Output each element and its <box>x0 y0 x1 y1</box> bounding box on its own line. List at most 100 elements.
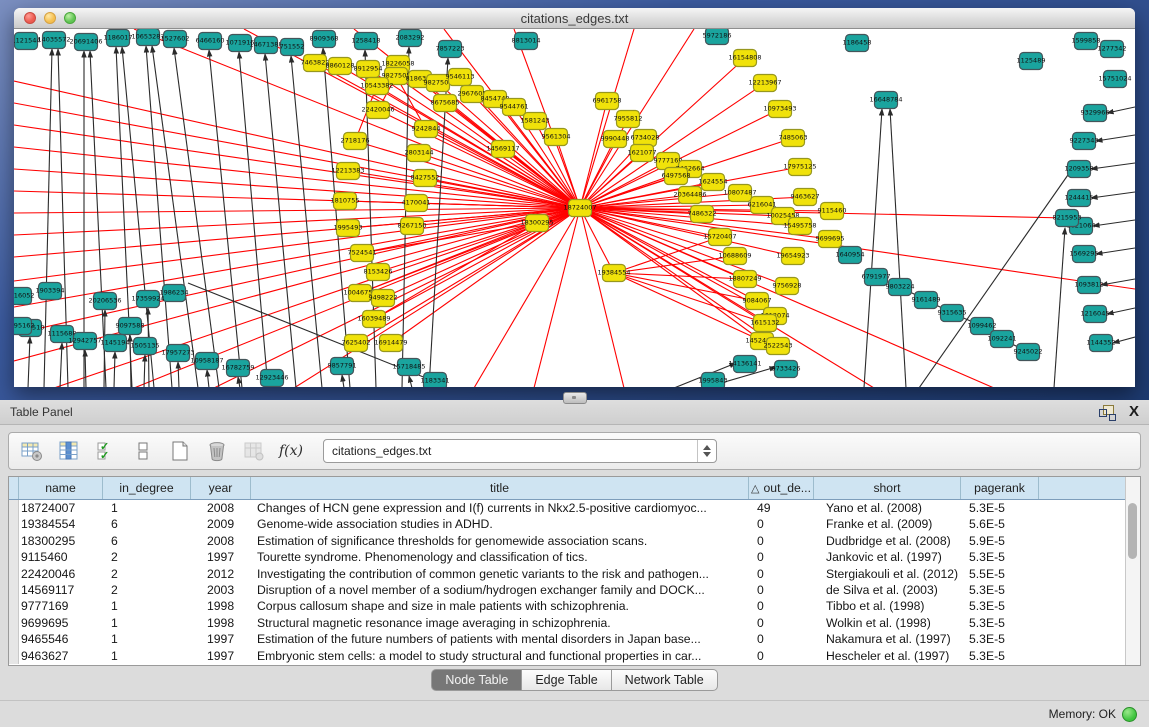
network-edge-black[interactable] <box>1107 107 1135 113</box>
cell-in_degree[interactable]: 1 <box>103 631 191 647</box>
cell-year[interactable]: 1998 <box>191 615 251 631</box>
delete-table-trash-icon[interactable] <box>206 440 228 462</box>
table-row[interactable]: 946362711997Embryonic stem cells: a mode… <box>9 648 1140 664</box>
cell-in_degree[interactable]: 1 <box>103 648 191 664</box>
cell-out_de[interactable]: 0 <box>749 566 814 582</box>
network-edge-black[interactable] <box>919 162 1077 387</box>
cell-pagerank[interactable]: 5.3E-5 <box>961 615 1039 631</box>
cell-title[interactable]: Estimation of significance thresholds fo… <box>251 533 749 549</box>
cell-title[interactable]: Corpus callosum shape and size in male p… <box>251 598 749 614</box>
table-row[interactable]: 977716911998Corpus callosum shape and si… <box>9 598 1140 614</box>
column-header-in_degree[interactable]: in_degree <box>103 477 191 499</box>
network-edge-black[interactable] <box>60 343 62 387</box>
cell-name[interactable]: 14569117 <box>19 582 103 598</box>
cell-out_de[interactable]: 0 <box>749 533 814 549</box>
cell-year[interactable]: 1997 <box>191 631 251 647</box>
network-edge-black[interactable] <box>342 375 344 387</box>
cell-pagerank[interactable]: 5.3E-5 <box>961 598 1039 614</box>
cell-out_de[interactable]: 0 <box>749 648 814 664</box>
network-edge-red[interactable] <box>534 208 580 387</box>
network-edge-black[interactable] <box>28 337 30 387</box>
cell-title[interactable]: Changes of HCN gene expression and I(f) … <box>251 500 749 516</box>
table-row[interactable]: 1456911722003Disruption of a novel membe… <box>9 582 1140 598</box>
cell-in_degree[interactable]: 6 <box>103 533 191 549</box>
cell-name[interactable]: 19384554 <box>19 516 103 532</box>
cell-title[interactable]: Estimation of the future numbers of pati… <box>251 631 749 647</box>
network-edge-black[interactable] <box>209 50 242 387</box>
network-edge-black[interactable] <box>1096 248 1135 254</box>
network-edge-black[interactable] <box>864 109 882 387</box>
column-header-name[interactable]: name <box>19 477 103 499</box>
cell-name[interactable]: 9115460 <box>19 549 103 565</box>
cell-year[interactable]: 2012 <box>191 566 251 582</box>
table-row[interactable]: 969969511998Structural magnetic resonanc… <box>9 615 1140 631</box>
table-selector-dropdown[interactable]: citations_edges.txt <box>323 439 717 463</box>
cell-pagerank[interactable]: 5.9E-5 <box>961 533 1039 549</box>
cell-short[interactable]: Wolkin et al. (1998) <box>814 615 961 631</box>
cell-pagerank[interactable]: 5.3E-5 <box>961 582 1039 598</box>
network-edge-black[interactable] <box>1113 337 1135 343</box>
network-edge-red[interactable] <box>614 256 735 273</box>
table-row[interactable]: 1830029562008Estimation of significance … <box>9 533 1140 549</box>
cell-in_degree[interactable]: 2 <box>103 549 191 565</box>
network-edge-black[interactable] <box>85 350 86 387</box>
tab-node-table[interactable]: Node Table <box>431 669 522 691</box>
cell-name[interactable]: 9463627 <box>19 648 103 664</box>
tab-network-table[interactable]: Network Table <box>612 669 718 691</box>
network-edge-black[interactable] <box>174 48 219 387</box>
zoom-window-button[interactable] <box>64 12 76 24</box>
network-edge-black[interactable] <box>1096 135 1135 141</box>
network-edge-black[interactable] <box>1093 220 1135 226</box>
close-window-button[interactable] <box>24 12 36 24</box>
cell-in_degree[interactable]: 1 <box>103 615 191 631</box>
tab-edge-table[interactable]: Edge Table <box>522 669 611 691</box>
column-header-pagerank[interactable]: pagerank <box>961 477 1039 499</box>
network-edge-red[interactable] <box>134 29 580 208</box>
cell-title[interactable]: Embryonic stem cells: a model to study s… <box>251 648 749 664</box>
cell-in_degree[interactable]: 6 <box>103 516 191 532</box>
close-panel-icon[interactable]: X <box>1129 405 1139 419</box>
network-edge-black[interactable] <box>144 355 145 387</box>
cell-short[interactable]: Dudbridge et al. (2008) <box>814 533 961 549</box>
cell-short[interactable]: Stergiakouli et al. (2012) <box>814 566 961 582</box>
cell-pagerank[interactable]: 5.5E-5 <box>961 566 1039 582</box>
cell-pagerank[interactable]: 5.3E-5 <box>961 549 1039 565</box>
cell-name[interactable]: 9777169 <box>19 598 103 614</box>
cell-title[interactable]: Investigating the contribution of common… <box>251 566 749 582</box>
cell-short[interactable]: Yano et al. (2008) <box>814 500 961 516</box>
network-view[interactable]: 1121544140355722069140611860171065328715… <box>14 29 1135 387</box>
cell-year[interactable]: 1997 <box>191 648 251 664</box>
table-settings-icon[interactable] <box>21 440 43 462</box>
cell-in_degree[interactable]: 1 <box>103 598 191 614</box>
cell-year[interactable]: 2008 <box>191 533 251 549</box>
network-edge-black[interactable] <box>1107 308 1135 314</box>
network-edge-black[interactable] <box>1101 279 1135 285</box>
cell-out_de[interactable]: 0 <box>749 582 814 598</box>
cell-title[interactable]: Tourette syndrome. Phenomenology and cla… <box>251 549 749 565</box>
network-edge-red[interactable] <box>355 141 580 208</box>
window-titlebar[interactable]: citations_edges.txt <box>14 8 1135 29</box>
cell-in_degree[interactable]: 1 <box>103 500 191 516</box>
network-edge-black[interactable] <box>1054 228 1065 387</box>
function-builder-icon[interactable]: f(x) <box>280 440 302 462</box>
cell-out_de[interactable]: 0 <box>749 631 814 647</box>
column-header-short[interactable]: short <box>814 477 961 499</box>
cell-name[interactable]: 22420046 <box>19 566 103 582</box>
network-edge-black[interactable] <box>1091 163 1135 169</box>
cell-short[interactable]: Jankovic et al. (1997) <box>814 549 961 565</box>
cell-short[interactable]: Nakamura et al. (1997) <box>814 631 961 647</box>
network-edge-black[interactable] <box>239 52 268 387</box>
new-table-icon[interactable] <box>169 440 191 462</box>
cell-name[interactable]: 9699695 <box>19 615 103 631</box>
table-row[interactable]: 946554611997Estimation of the future num… <box>9 631 1140 647</box>
cell-name[interactable]: 18724007 <box>19 500 103 516</box>
cell-out_de[interactable]: 0 <box>749 516 814 532</box>
cell-in_degree[interactable]: 2 <box>103 582 191 598</box>
column-header-title[interactable]: title <box>251 477 749 499</box>
network-edge-red[interactable] <box>614 273 745 279</box>
table-row[interactable]: 911546021997Tourette syndrome. Phenomeno… <box>9 549 1140 565</box>
network-edge-black[interactable] <box>178 362 179 387</box>
cell-year[interactable]: 1998 <box>191 598 251 614</box>
table-row[interactable]: 2242004622012Investigating the contribut… <box>9 566 1140 582</box>
cell-short[interactable]: Hescheler et al. (1997) <box>814 648 961 664</box>
